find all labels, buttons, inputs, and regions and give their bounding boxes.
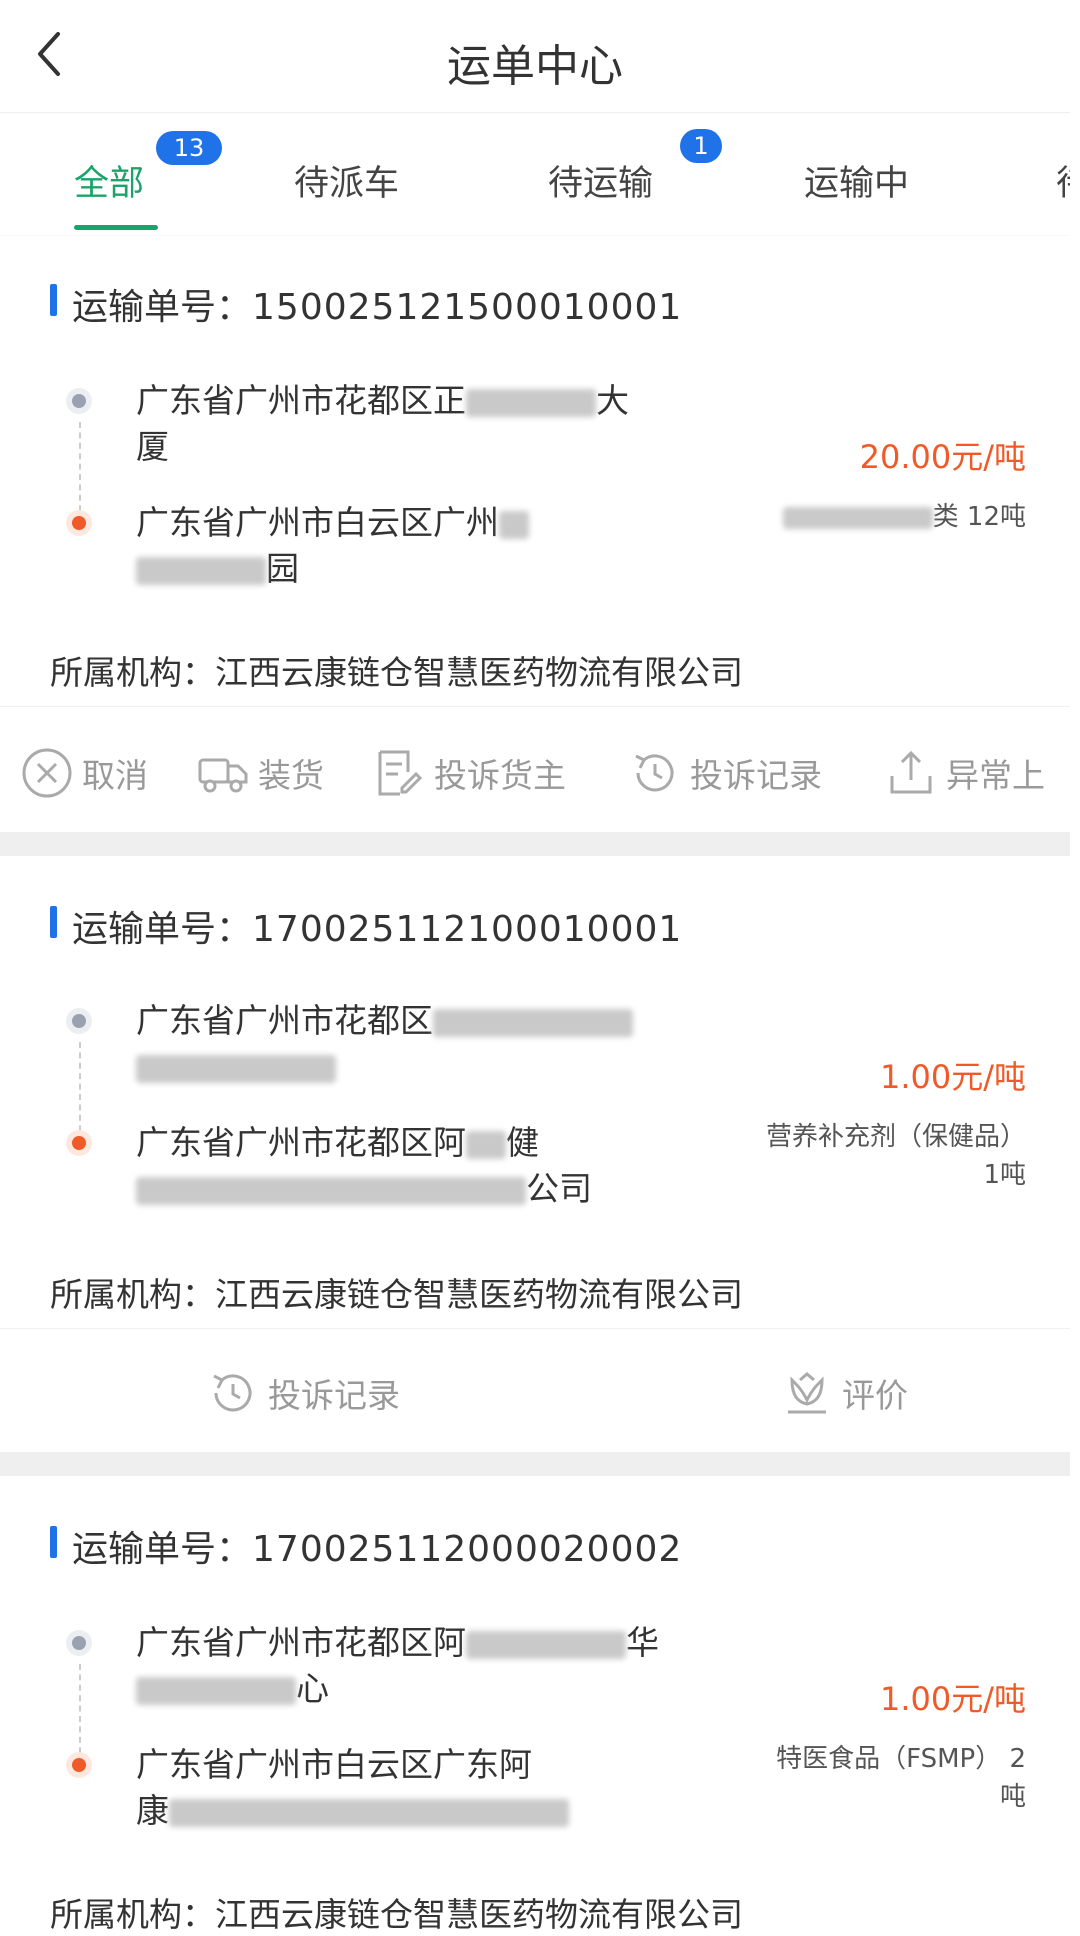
load-button[interactable]: 装货 — [196, 746, 324, 800]
page: 运单中心 全部 13 待派车 待运输 1 运输中 待 运输单号：15002512… — [0, 0, 1070, 1934]
destination-address: 广东省广州市花都区阿健公司 — [136, 1123, 592, 1208]
tab-all[interactable]: 全部 — [74, 155, 144, 206]
complain-shipper-button[interactable]: 投诉货主 — [372, 746, 566, 800]
complaint-records-button[interactable]: 投诉记录 — [206, 1366, 400, 1420]
origin-dot — [72, 394, 86, 408]
order-marker — [50, 284, 57, 316]
tab-pending-transport[interactable]: 待运输 — [548, 155, 653, 206]
card-gap — [0, 1452, 1070, 1476]
destination-address: 广东省广州市白云区广州园 — [136, 500, 726, 592]
destination-dot — [72, 1758, 86, 1772]
order-number-label: 运输单号： — [72, 1529, 253, 1570]
order-card[interactable]: 运输单号：170025112100010001 广东省广州市花都区 1.00元/… — [0, 856, 1070, 1452]
screen-edge — [1070, 0, 1080, 1920]
flower-icon — [788, 1372, 826, 1414]
order-card[interactable]: 运输单号：150025121500010001 广东省广州市花都区正大厦 20.… — [0, 236, 1070, 832]
order-marker — [50, 1526, 57, 1558]
order-number: 150025121500010001 — [252, 287, 683, 328]
freight-price: 20.00元/吨 — [859, 438, 1026, 476]
divider — [0, 1328, 1070, 1329]
page-title: 运单中心 — [447, 41, 623, 92]
tab-more[interactable]: 待 — [1056, 155, 1070, 206]
tab-pending-transport-badge: 1 — [680, 129, 722, 163]
order-card[interactable]: 运输单号：170025112000020002 广东省广州市花都区阿华心 1.0… — [0, 1476, 1070, 1934]
cargo-info: 特医食品（FSMP） 2吨 — [776, 1744, 1026, 1812]
order-number-row: 运输单号：170025112000020002 — [72, 1520, 682, 1572]
freight-price: 1.00元/吨 — [879, 1680, 1026, 1718]
tab-all-badge: 13 — [156, 131, 222, 165]
order-number: 170025112000020002 — [252, 1529, 683, 1570]
order-marker — [50, 906, 57, 938]
review-button[interactable]: 评价 — [780, 1366, 908, 1420]
origin-address: 广东省广州市花都区阿华心 — [136, 1623, 659, 1708]
history-icon — [635, 754, 674, 792]
destination-address: 广东省广州市白云区广东阿康 — [136, 1742, 726, 1834]
order-number-row: 运输单号：170025112100010001 — [72, 900, 682, 952]
origin-address: 广东省广州市花都区 — [136, 998, 726, 1090]
order-number: 170025112100010001 — [252, 909, 683, 950]
divider — [0, 706, 1070, 707]
destination-dot — [72, 516, 86, 530]
tab-in-transit[interactable]: 运输中 — [804, 155, 909, 206]
order-number-row: 运输单号：150025121500010001 — [72, 278, 682, 330]
cancel-button[interactable]: 取消 — [20, 746, 148, 800]
organization: 所属机构：江西云康链仓智慧医药物流有限公司 — [50, 653, 743, 692]
status-tabs: 全部 13 待派车 待运输 1 运输中 待 — [0, 112, 1070, 235]
history-icon — [213, 1374, 252, 1412]
origin-dot — [72, 1636, 86, 1650]
tab-pending-dispatch[interactable]: 待派车 — [294, 155, 399, 206]
truck-icon — [198, 758, 248, 793]
cargo-info: 类 12吨 — [696, 498, 1026, 536]
cargo-info: 营养补充剂（保健品） 1吨 — [765, 1122, 1026, 1190]
organization: 所属机构：江西云康链仓智慧医药物流有限公司 — [50, 1275, 743, 1314]
complaint-records-button[interactable]: 投诉记录 — [628, 746, 822, 800]
freight-price: 1.00元/吨 — [879, 1058, 1026, 1096]
report-exception-button[interactable]: 异常上 — [884, 746, 1045, 800]
order-number-label: 运输单号： — [72, 909, 253, 950]
cancel-icon — [22, 748, 72, 798]
order-number-label: 运输单号： — [72, 287, 253, 328]
card-gap — [0, 832, 1070, 856]
organization: 所属机构：江西云康链仓智慧医药物流有限公司 — [50, 1895, 743, 1934]
origin-dot — [72, 1014, 86, 1028]
nav-header: 运单中心 — [0, 0, 1070, 112]
destination-dot — [72, 1136, 86, 1150]
tab-active-indicator — [74, 225, 158, 230]
origin-address: 广东省广州市花都区正大厦 — [136, 381, 629, 466]
document-edit-icon — [378, 750, 423, 796]
upload-icon — [890, 750, 932, 794]
